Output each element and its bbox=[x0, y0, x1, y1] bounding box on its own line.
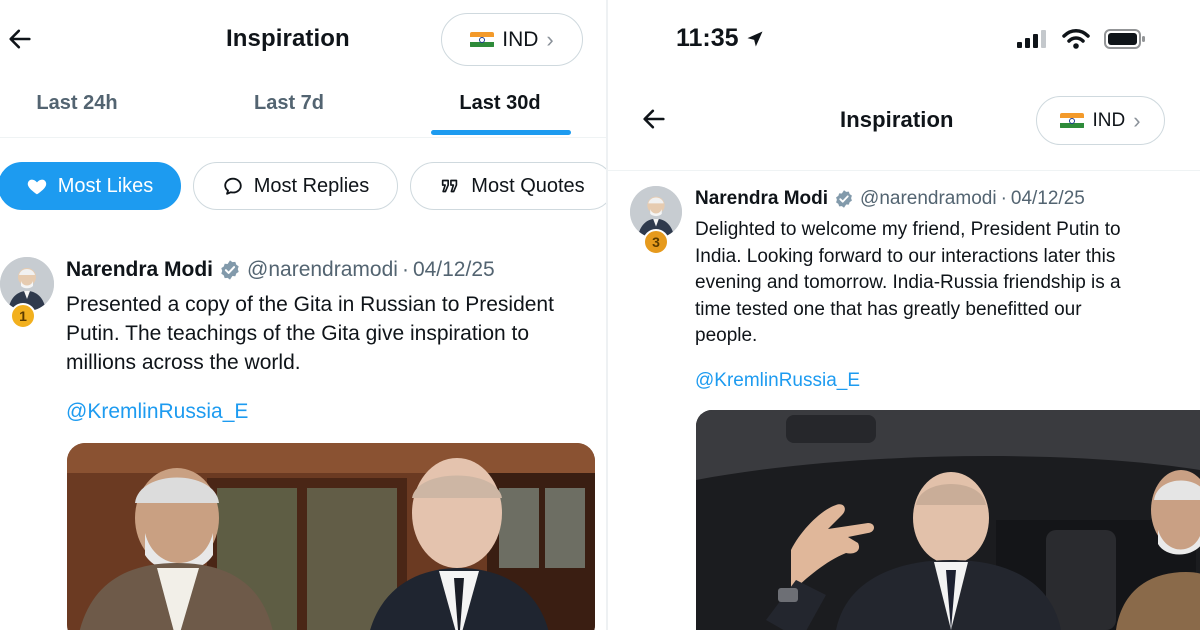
filter-label: Most Replies bbox=[253, 174, 370, 197]
heart-icon bbox=[27, 179, 46, 195]
rank-badge: 3 bbox=[643, 229, 669, 255]
back-button[interactable] bbox=[2, 21, 38, 57]
tab-label: Last 24h bbox=[36, 92, 118, 114]
separator: · bbox=[1000, 188, 1007, 209]
clock-time: 11:35 bbox=[676, 24, 739, 52]
cellular-signal-icon bbox=[1017, 30, 1046, 48]
mention-link[interactable]: @KremlinRussia_E bbox=[66, 400, 248, 424]
author-handle[interactable]: @narendramodi bbox=[860, 188, 997, 210]
page-title: Inspiration bbox=[840, 107, 954, 132]
status-time: 11:35 bbox=[676, 24, 765, 53]
tweet-text-line: people. bbox=[695, 325, 758, 346]
left-screen: Inspiration IND › Last 24h Last 7d Last … bbox=[0, 0, 606, 630]
separator: · bbox=[401, 258, 409, 281]
tweet-text-line: Putin. The teachings of the Gita give in… bbox=[66, 322, 530, 345]
tweet-text: Presented a copy of the Gita in Russian … bbox=[66, 290, 596, 377]
tweet-photo[interactable] bbox=[696, 410, 1200, 630]
tweet-header: Narendra Modi @narendramodi · 04/12/25 bbox=[695, 188, 1085, 210]
tweet-text: Delighted to welcome my friend, Presiden… bbox=[695, 217, 1190, 350]
page-title: Inspiration bbox=[226, 25, 350, 52]
tweet-text-line: India. Looking forward to our interactio… bbox=[695, 245, 1116, 267]
battery-icon bbox=[1104, 29, 1145, 49]
back-arrow-icon bbox=[9, 29, 31, 49]
back-button[interactable] bbox=[636, 101, 672, 137]
country-code: IND bbox=[1092, 109, 1126, 131]
tweet-text-line: Presented a copy of the Gita in Russian … bbox=[66, 293, 554, 316]
tabs-divider bbox=[0, 137, 606, 138]
filter-most-likes[interactable]: Most Likes bbox=[0, 162, 181, 210]
chevron-right-icon: › bbox=[1133, 107, 1141, 133]
author-handle[interactable]: @narendramodi bbox=[247, 258, 398, 282]
mention-link[interactable]: @KremlinRussia_E bbox=[695, 370, 860, 392]
filter-label: Most Likes bbox=[57, 174, 154, 197]
verified-badge-icon bbox=[221, 260, 239, 280]
author-name[interactable]: Narendra Modi bbox=[66, 258, 213, 282]
filter-most-quotes[interactable]: Most Quotes bbox=[410, 162, 606, 210]
tweet-text-line: time tested one that has greatly benefit… bbox=[695, 298, 1082, 320]
tab-last-30d[interactable]: Last 30d bbox=[440, 92, 560, 132]
country-code: IND bbox=[502, 27, 539, 51]
active-tab-indicator bbox=[431, 130, 571, 135]
status-icons bbox=[1016, 28, 1146, 50]
tweet-text-line: millions across the world. bbox=[66, 351, 301, 374]
rank-badge: 1 bbox=[10, 303, 36, 329]
tab-label: Last 30d bbox=[459, 92, 541, 114]
tweet-header: Narendra Modi @narendramodi · 04/12/25 bbox=[66, 258, 495, 282]
location-arrow-icon bbox=[747, 31, 763, 46]
tweet-photo[interactable] bbox=[67, 443, 595, 630]
verified-badge-icon bbox=[836, 190, 852, 208]
country-selector[interactable]: IND › bbox=[441, 13, 583, 66]
tab-last-24h[interactable]: Last 24h bbox=[18, 92, 136, 132]
wifi-icon bbox=[1062, 29, 1090, 49]
back-arrow-icon bbox=[643, 109, 665, 129]
country-selector[interactable]: IND › bbox=[1036, 96, 1165, 145]
india-flag-icon bbox=[470, 31, 495, 48]
reply-bubble-icon bbox=[223, 177, 242, 195]
quote-icon bbox=[442, 179, 458, 193]
chevron-right-icon: › bbox=[546, 26, 554, 52]
tweet-text-line: evening and tomorrow. India-Russia frien… bbox=[695, 272, 1121, 293]
tweet-date[interactable]: 04/12/25 bbox=[413, 258, 495, 282]
filter-label: Most Quotes bbox=[471, 174, 585, 197]
india-flag-icon bbox=[1060, 112, 1085, 129]
tweet-date[interactable]: 04/12/25 bbox=[1011, 188, 1085, 210]
header-divider bbox=[608, 170, 1200, 171]
author-name[interactable]: Narendra Modi bbox=[695, 188, 828, 210]
tweet-text-line: Delighted to welcome my friend, Presiden… bbox=[695, 219, 1121, 240]
tab-last-7d[interactable]: Last 7d bbox=[232, 92, 346, 132]
filter-most-replies[interactable]: Most Replies bbox=[193, 162, 398, 210]
tab-label: Last 7d bbox=[253, 92, 325, 114]
